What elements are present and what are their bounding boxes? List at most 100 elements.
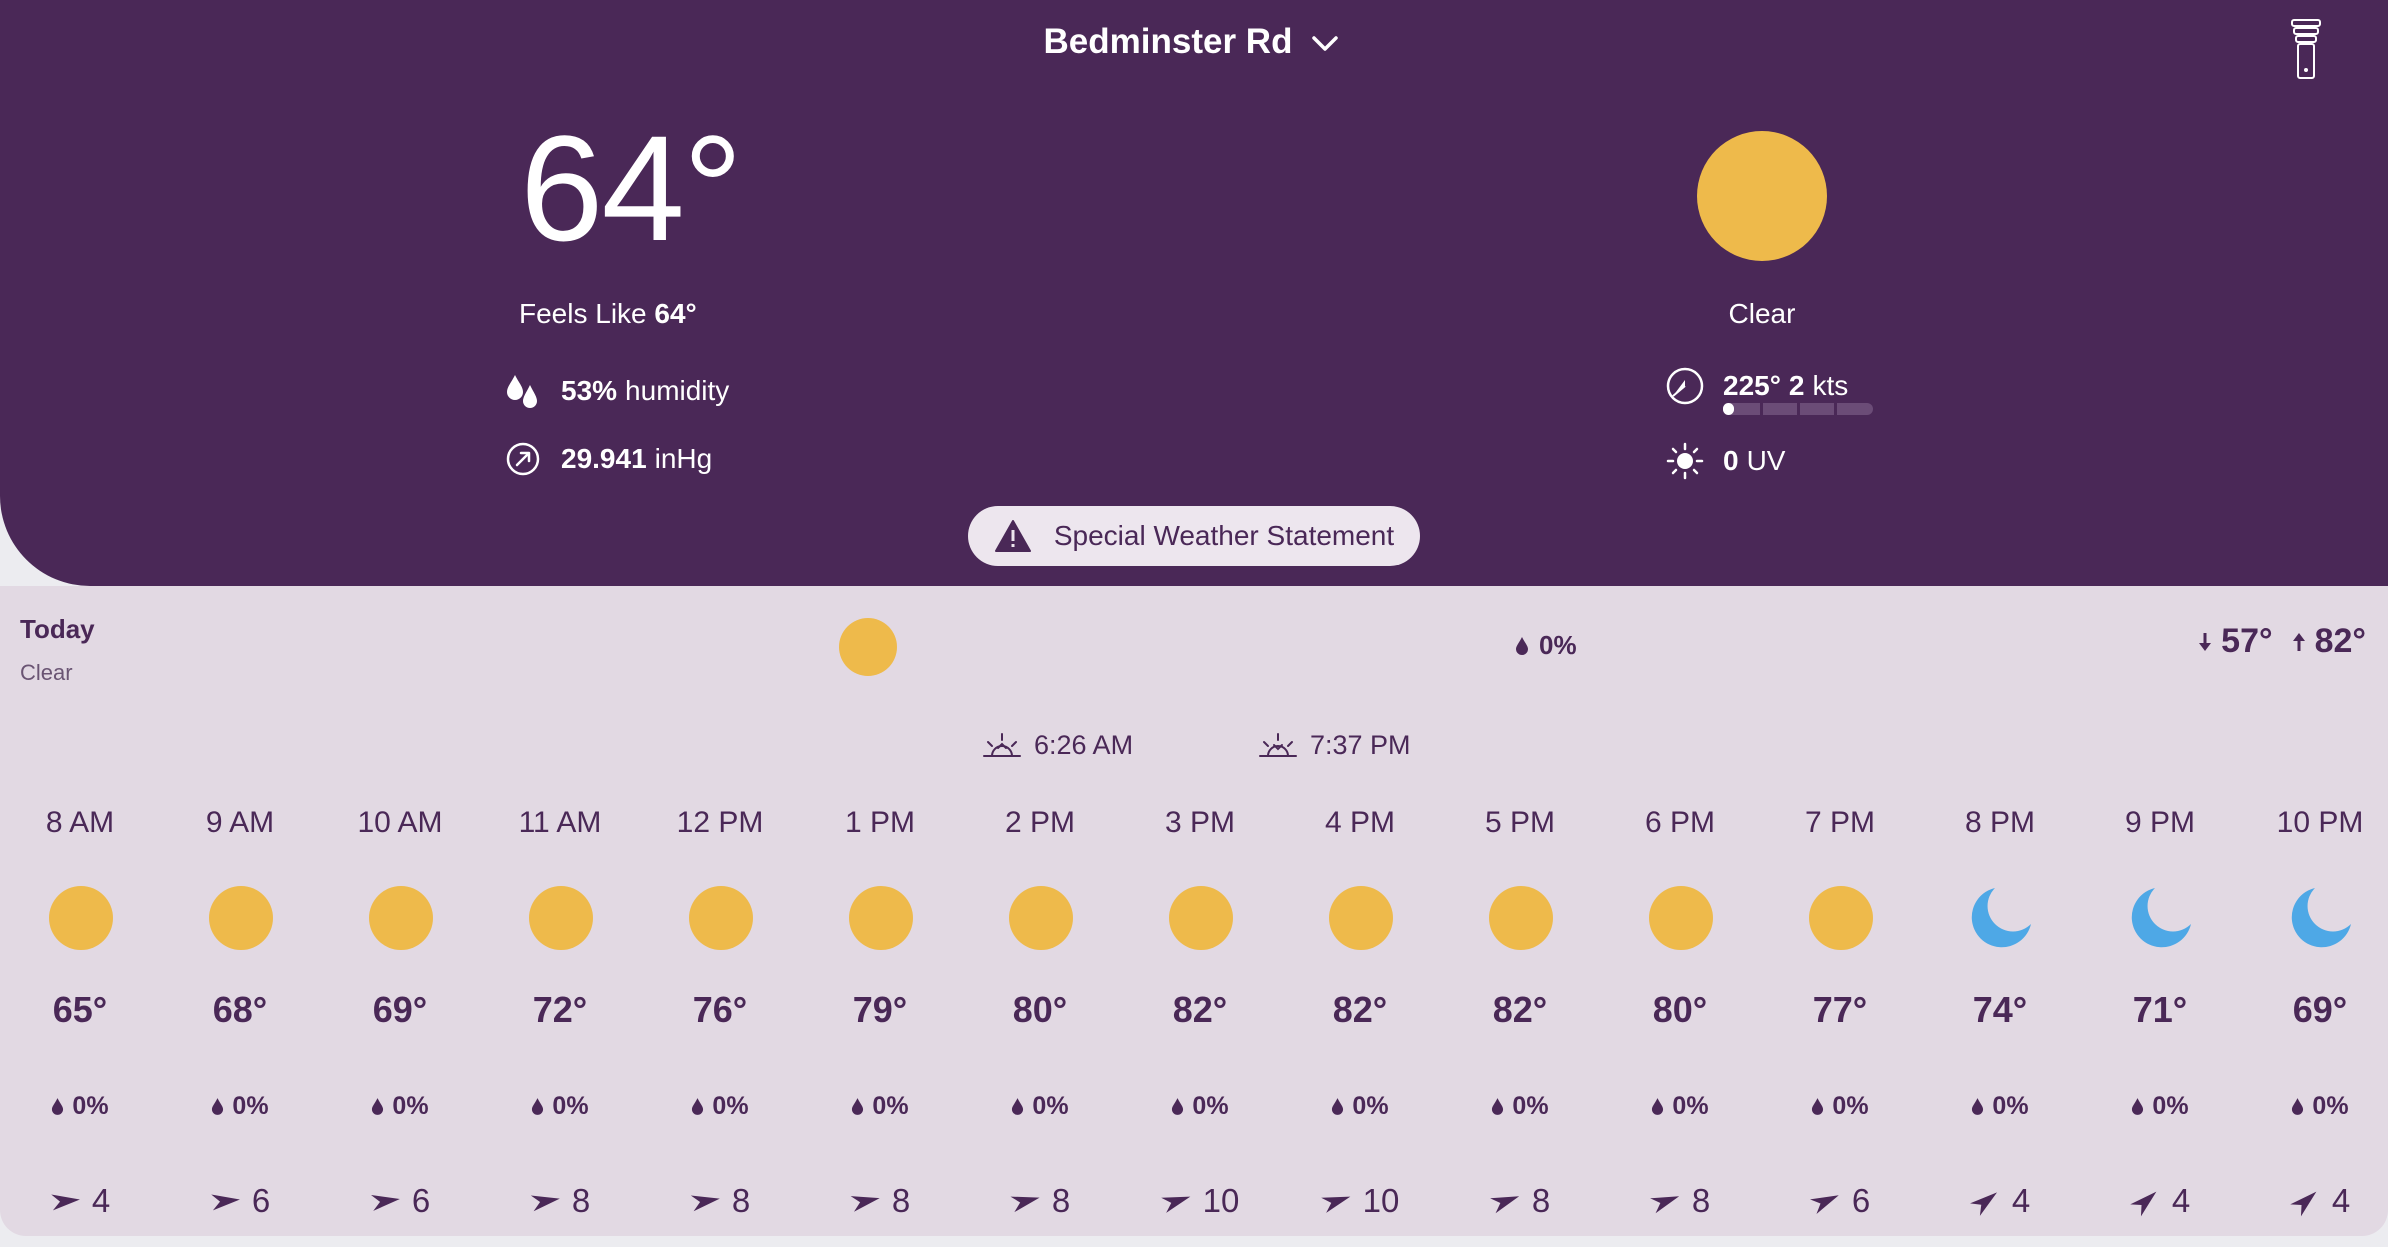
weather-station-icon[interactable] — [2286, 18, 2326, 82]
current-conditions-header: Bedminster Rd 64° Feels Like 64° 53% humi… — [0, 0, 2388, 586]
sunset: 7:37 PM — [1258, 730, 1411, 761]
wind-arrow-icon — [1160, 1196, 1190, 1213]
sun-icon — [849, 886, 913, 950]
forecast-panel: Today Clear 0% 57° 82° 6:26 AM 7:37 PM 8… — [0, 586, 2388, 1236]
hour-precip-value: 0% — [1832, 1092, 1869, 1120]
sun-icon — [1009, 886, 1073, 950]
raindrop-icon — [1492, 1098, 1504, 1115]
hour-precip-value: 0% — [2152, 1092, 2189, 1120]
hour-precip: 0% — [2260, 1092, 2380, 1121]
hour-precip-value: 0% — [1032, 1092, 1069, 1120]
arrow-up-icon — [2292, 632, 2305, 651]
wind-bar-divider — [1834, 403, 1837, 415]
hour-temperature: 65° — [52, 989, 108, 1030]
hour-precip: 0% — [1140, 1092, 1260, 1121]
raindrop-icon — [52, 1098, 64, 1115]
hour-wind: 4 — [1940, 1182, 2060, 1220]
raindrop-icon — [1172, 1098, 1184, 1115]
hour-wind-speed: 6 — [251, 1182, 271, 1219]
sun-icon — [369, 886, 433, 950]
hour-precip: 0% — [340, 1092, 460, 1121]
weather-alert-button[interactable]: Special Weather Statement — [968, 506, 1420, 566]
hour-temperature: 76° — [692, 989, 748, 1030]
alert-label: Special Weather Statement — [1053, 520, 1395, 551]
hour-wind: 6 — [1780, 1182, 1900, 1220]
today-precip-value: 0% — [1539, 630, 1577, 660]
warning-icon — [994, 520, 1031, 552]
hour-wind: 8 — [820, 1182, 940, 1220]
humidity-value: 53% — [561, 375, 618, 406]
hour-time: 9 AM — [205, 806, 275, 839]
uv-unit: UV — [1746, 445, 1786, 476]
hour-wind-speed: 4 — [2331, 1182, 2351, 1219]
sunset-icon — [1259, 732, 1297, 757]
hour-precip-value: 0% — [552, 1092, 589, 1120]
hour-temperature: 69° — [372, 989, 428, 1030]
wind-arrow-icon — [370, 1195, 400, 1211]
humidity-stat: 53% humidity — [505, 371, 729, 411]
sunrise-icon — [983, 732, 1021, 757]
sun-icon — [1329, 886, 1393, 950]
wind-arrow-icon — [1489, 1196, 1519, 1214]
hour-temperature: 68° — [212, 989, 268, 1030]
hour-precip-value: 0% — [232, 1092, 269, 1120]
sun-icon — [1489, 886, 1553, 950]
hour-temperature: 82° — [1172, 989, 1228, 1030]
hour-precip: 0% — [500, 1092, 620, 1121]
moon-icon — [2131, 888, 2191, 948]
hour-time: 12 PM — [676, 806, 764, 839]
hour-temperature: 71° — [2132, 989, 2188, 1030]
hour-wind-speed: 10 — [1362, 1182, 1400, 1219]
hour-precip-value: 0% — [72, 1092, 109, 1120]
raindrop-icon — [852, 1098, 864, 1115]
raindrop-icon — [532, 1098, 544, 1115]
moon-icon — [2291, 888, 2351, 948]
raindrop-icon — [692, 1098, 704, 1115]
hour-precip: 0% — [980, 1092, 1100, 1121]
hour-precip-value: 0% — [872, 1092, 909, 1120]
hour-wind-speed: 8 — [891, 1182, 911, 1219]
hour-time: 8 PM — [1964, 806, 2036, 839]
wind-stat: 225° 2 kts — [1665, 366, 1848, 406]
raindrop-icon — [1516, 636, 1528, 655]
feels-like-label: Feels Like — [519, 298, 647, 329]
wind-speed: 2 — [1788, 370, 1805, 401]
sunrise-time: 6:26 AM — [1034, 730, 1134, 760]
sun-icon — [1169, 886, 1233, 950]
raindrop-icon — [1332, 1098, 1344, 1115]
wind-arrow-icon — [211, 1194, 240, 1211]
hour-precip: 0% — [1300, 1092, 1420, 1121]
hour-precip: 0% — [1460, 1092, 1580, 1121]
hour-wind: 4 — [2100, 1182, 2220, 1220]
hour-temperature: 72° — [532, 989, 588, 1030]
humidity-icon — [507, 375, 537, 408]
hour-wind-speed: 6 — [411, 1182, 431, 1219]
raindrop-icon — [2132, 1098, 2144, 1115]
wind-speed-bar-fill — [1723, 403, 1734, 415]
hour-wind: 8 — [500, 1182, 620, 1220]
pressure-unit: inHg — [654, 443, 713, 474]
wind-bar-divider — [1760, 403, 1763, 415]
pressure-value: 29.941 — [561, 443, 647, 474]
humidity-unit: humidity — [625, 375, 730, 406]
hour-precip: 0% — [1620, 1092, 1740, 1121]
hour-wind-speed: 4 — [91, 1182, 111, 1219]
wind-bar-divider — [1797, 403, 1800, 415]
hour-wind-speed: 8 — [1051, 1182, 1071, 1219]
hour-time: 10 PM — [2276, 806, 2364, 839]
hour-wind: 8 — [1460, 1182, 1580, 1220]
raindrop-icon — [1972, 1098, 1984, 1115]
location-selector[interactable]: Bedminster Rd — [0, 22, 2388, 62]
pressure-gauge-icon — [506, 442, 540, 476]
sun-icon — [49, 886, 113, 950]
hour-wind-speed: 8 — [731, 1182, 751, 1219]
hour-precip: 0% — [1780, 1092, 1900, 1121]
location-name: Bedminster Rd — [1043, 22, 1293, 61]
hour-time: 7 PM — [1804, 806, 1876, 839]
wind-arrow-icon — [1320, 1196, 1350, 1213]
sun-icon — [209, 886, 273, 950]
today-title: Today — [20, 614, 95, 644]
hour-time: 8 AM — [45, 806, 115, 839]
hour-time: 3 PM — [1164, 806, 1236, 839]
moon-icon — [1971, 888, 2031, 948]
